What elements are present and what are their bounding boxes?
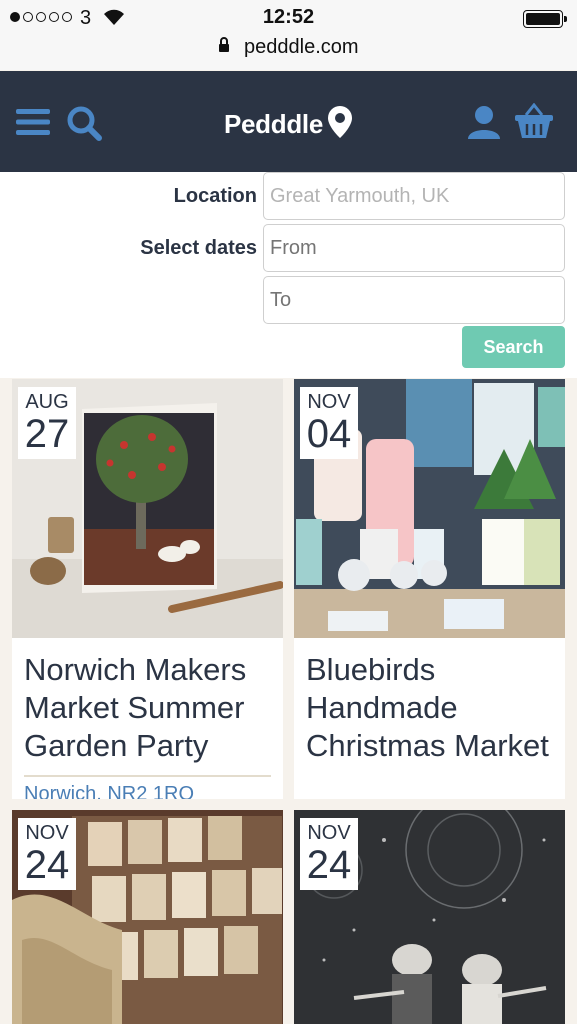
- event-month: NOV: [307, 391, 351, 413]
- logo-text: Pedddle: [223, 109, 324, 139]
- event-day: 04: [306, 412, 352, 456]
- event-day: 27: [24, 412, 70, 456]
- event-day: 24: [24, 843, 70, 887]
- event-image: NOV 04: [294, 379, 565, 638]
- status-bar: 3 12:52: [0, 0, 577, 38]
- location-label: Location: [173, 185, 257, 207]
- clock: 12:52: [262, 6, 315, 28]
- event-title[interactable]: Bluebirds Handmade Christmas Market: [306, 651, 555, 765]
- location-input[interactable]: [263, 172, 565, 220]
- event-title[interactable]: Norwich Makers Market Summer Garden Part…: [24, 651, 273, 765]
- event-date-badge: AUG 27: [18, 387, 76, 459]
- site-header: Pedddle: [0, 71, 577, 172]
- event-image: NOV 24: [294, 810, 565, 1024]
- search-button[interactable]: Search: [462, 326, 565, 368]
- event-date-badge: NOV 24: [18, 818, 76, 890]
- event-card[interactable]: NOV 04 Bluebirds Handmade Christmas Mark…: [294, 379, 565, 799]
- url-text: pedddle.com: [244, 36, 359, 59]
- event-month: AUG: [25, 391, 69, 413]
- event-image: AUG 27: [12, 379, 283, 638]
- event-date-badge: NOV 24: [300, 818, 358, 890]
- date-from-input[interactable]: [263, 224, 565, 272]
- event-location[interactable]: Norwich, NR2 1RQ: [24, 783, 194, 799]
- event-date-badge: NOV 04: [300, 387, 358, 459]
- date-to-input[interactable]: [263, 276, 565, 324]
- lock-icon: [218, 36, 230, 59]
- event-card[interactable]: NOV 24: [12, 810, 283, 1024]
- event-month: NOV: [25, 822, 69, 844]
- event-month: NOV: [307, 822, 351, 844]
- battery-icon: [523, 10, 567, 28]
- event-card[interactable]: AUG 27 Norwich Makers Market Summer Gard…: [12, 379, 283, 799]
- user-icon[interactable]: [466, 105, 502, 144]
- event-search-form: Location Select dates Search: [0, 172, 577, 378]
- basket-icon[interactable]: [514, 102, 554, 144]
- divider: [24, 775, 271, 777]
- select-dates-label: Select dates: [140, 237, 257, 259]
- event-card[interactable]: NOV 24: [294, 810, 565, 1024]
- event-image: NOV 24: [12, 810, 283, 1024]
- url-bar[interactable]: pedddle.com: [0, 36, 577, 70]
- event-day: 24: [306, 843, 352, 887]
- location-pin-icon: [327, 105, 353, 146]
